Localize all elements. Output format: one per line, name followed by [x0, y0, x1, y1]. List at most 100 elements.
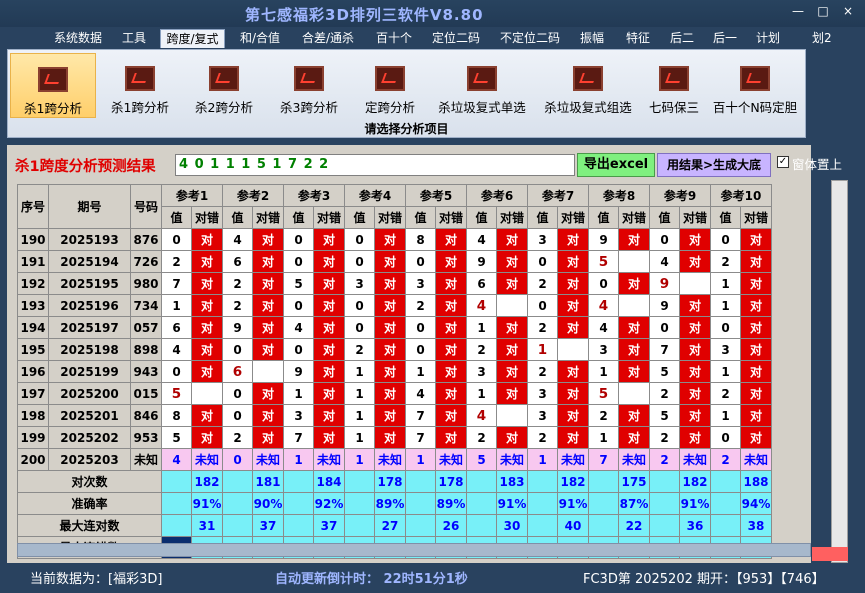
vertical-scrollbar[interactable] [831, 180, 848, 563]
right-mark-cell: 对 [557, 426, 589, 449]
menu-sum[interactable]: 和/合值 [238, 29, 282, 48]
unknown-cell: 未知 [679, 448, 711, 471]
value-cell: 0 [283, 250, 314, 273]
status-indicator [812, 547, 848, 561]
period-cell: 2025197 [48, 316, 131, 339]
ref-header: 参考6 [466, 184, 528, 207]
stay-on-top-label: 窗体置上 [792, 157, 843, 172]
period-cell: 2025203 [48, 448, 131, 471]
value-cell: 1 [710, 272, 741, 295]
value-cell: 0 [710, 228, 741, 251]
prediction-row[interactable]: 200 2025203 未知 4 未知 0 未知 1 未知 1 未知 1 未知 5 未知 1 未知 7 未知 2 未知 2… [17, 448, 772, 471]
value-cell: 0 [283, 294, 314, 317]
value-subheader: 值 [222, 206, 253, 229]
table-row[interactable]: 193 2025196 734 1 对 2 对 0 对 0 对 2 对 4 0 对 4 9 对 1 对 [17, 294, 772, 317]
menu-last-two[interactable]: 后二 [668, 29, 696, 48]
value-cell: 9 [222, 316, 253, 339]
ribbon-kill1-span[interactable]: 杀1跨分析 [100, 53, 180, 118]
right-mark-cell: 对 [313, 426, 345, 449]
close-button[interactable]: × [838, 4, 858, 18]
stay-on-top-checkbox[interactable]: ✓ [777, 156, 789, 168]
table-row[interactable]: 196 2025199 943 0 对 6 9 对 1 对 1 对 3 对 2 对 1 对 5 对 1 对 [17, 360, 772, 383]
ref-header: 参考5 [405, 184, 467, 207]
value-cell: 1 [161, 294, 192, 317]
table-row[interactable]: 190 2025193 876 0 对 4 对 0 对 0 对 8 对 4 对 3 对 9 对 0 对 0 对 [17, 228, 772, 251]
right-mark-cell: 对 [496, 382, 528, 405]
table-row[interactable]: 198 2025201 846 8 对 0 对 3 对 1 对 7 对 4 3 对 2 对 5 对 1 对 [17, 404, 772, 427]
ref-header: 参考9 [649, 184, 711, 207]
minimize-button[interactable]: — [788, 4, 808, 18]
ribbon-kill3-span[interactable]: 杀3跨分析 [269, 53, 349, 118]
current-data-status: 当前数据为：[福彩3D] [30, 572, 163, 587]
stat-empty-cell [222, 492, 253, 515]
stat-label: 最大连对数 [17, 514, 162, 537]
table-row[interactable]: 197 2025200 015 5 0 对 1 对 1 对 4 对 1 对 3 对 5 2 对 2 对 [17, 382, 772, 405]
ref-header: 参考10 [710, 184, 772, 207]
ribbon-seven-code[interactable]: 七码保三 [642, 53, 706, 118]
menu-plan2[interactable]: 划2 [810, 29, 834, 48]
menu-diff-kill[interactable]: 合差/通杀 [300, 29, 356, 48]
right-mark-cell: 对 [740, 338, 772, 361]
menu-last-one[interactable]: 后一 [711, 29, 739, 48]
ribbon-kill-junk-single[interactable]: 杀垃圾复式单选 [430, 53, 534, 118]
table-row[interactable]: 195 2025198 898 4 对 0 对 0 对 2 对 0 对 2 对 1 3 对 7 对 3 对 [17, 338, 772, 361]
menu-system-data[interactable]: 系统数据 [52, 29, 104, 48]
code-cell: 846 [130, 404, 162, 427]
menu-span-compound[interactable]: 跨度/复式 [160, 29, 225, 48]
code-cell: 898 [130, 338, 162, 361]
right-mark-cell: 对 [679, 250, 711, 273]
value-cell: 2 [527, 360, 558, 383]
right-mark-cell: 对 [496, 272, 528, 295]
ribbon-fixed-span[interactable]: 定跨分析 [354, 53, 426, 118]
stat-value-cell: 90% [252, 492, 284, 515]
ribbon-kill1-span-selected[interactable]: 杀1跨分析 [10, 53, 96, 118]
stat-value-cell: 87% [618, 492, 650, 515]
right-mark-cell: 对 [679, 338, 711, 361]
menu-feature[interactable]: 特征 [624, 29, 652, 48]
horizontal-scrollbar[interactable] [17, 543, 811, 557]
table-row[interactable]: 194 2025197 057 6 对 9 对 4 对 0 对 0 对 1 对 2 对 4 对 0 对 0 对 [17, 316, 772, 339]
table-row[interactable]: 192 2025195 980 7 对 2 对 5 对 3 对 3 对 6 对 2 对 0 对 9 1 对 [17, 272, 772, 295]
value-cell: 0 [588, 272, 619, 295]
period-cell: 2025201 [48, 404, 131, 427]
ribbon-label: 定跨分析 [364, 100, 415, 115]
right-mark-cell: 对 [374, 404, 406, 427]
right-mark-cell: 对 [679, 360, 711, 383]
right-mark-cell: 对 [374, 250, 406, 273]
stat-empty-cell [649, 514, 680, 537]
stat-empty-cell [527, 492, 558, 515]
generate-base-button[interactable]: 用结果>生成大底 [657, 153, 771, 177]
chart-icon [375, 66, 405, 91]
menu-tools[interactable]: 工具 [120, 29, 148, 48]
value-cell: 0 [283, 228, 314, 251]
value-cell: 1 [588, 426, 619, 449]
result-subheader: 对错 [679, 206, 711, 229]
result-value-field[interactable]: 4 0 1 1 1 5 1 7 2 2 [175, 154, 575, 176]
period-cell: 2025202 [48, 426, 131, 449]
export-excel-button[interactable]: 导出excel [577, 153, 655, 177]
maximize-button[interactable]: □ [813, 4, 833, 18]
ref-header: 参考4 [344, 184, 406, 207]
stat-empty-cell [222, 514, 253, 537]
wrong-mark-cell [679, 272, 711, 295]
right-mark-cell: 对 [740, 272, 772, 295]
stat-empty-cell [161, 470, 192, 493]
value-cell: 2 [222, 272, 253, 295]
menu-amplitude[interactable]: 振幅 [578, 29, 606, 48]
menu-fixed-two[interactable]: 定位二码 [430, 29, 482, 48]
stat-value-cell: 183 [496, 470, 528, 493]
right-mark-cell: 对 [313, 316, 345, 339]
right-mark-cell: 对 [313, 338, 345, 361]
menu-plan[interactable]: 计划 [754, 29, 782, 48]
value-cell: 4 [588, 294, 619, 317]
ribbon-n-code[interactable]: 百十个N码定胆 [707, 53, 803, 118]
right-mark-cell: 对 [496, 426, 528, 449]
ribbon-kill-junk-group[interactable]: 杀垃圾复式组选 [536, 53, 640, 118]
table-row[interactable]: 199 2025202 953 5 对 2 对 7 对 1 对 7 对 2 对 2 对 1 对 2 对 0 对 [17, 426, 772, 449]
ribbon-kill2-span[interactable]: 杀2跨分析 [184, 53, 264, 118]
stat-value-cell: 31 [191, 514, 223, 537]
menu-unfixed-two[interactable]: 不定位二码 [498, 29, 562, 48]
table-row[interactable]: 191 2025194 726 2 对 6 对 0 对 0 对 0 对 9 对 0 对 5 4 对 2 对 [17, 250, 772, 273]
predict-value-cell: 4 [161, 448, 192, 471]
menu-digits[interactable]: 百十个 [374, 29, 414, 48]
